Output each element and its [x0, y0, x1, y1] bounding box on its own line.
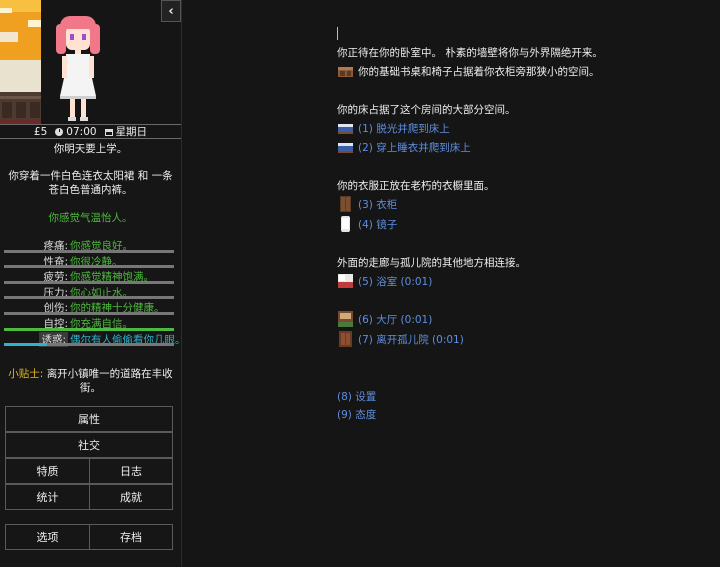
mirror-icon: [341, 216, 350, 232]
day-value: 星期日: [115, 126, 148, 138]
time-value: 07:00: [66, 125, 97, 138]
bathroom-link[interactable]: (5) 浴室 (0:01): [358, 274, 432, 289]
bed-text: 你的床占据了这个房间的大部分空间。: [337, 104, 516, 116]
clock-icon: [55, 127, 64, 136]
bed-option-1-link[interactable]: (1) 脱光并爬到床上: [358, 121, 450, 136]
stat-bar-fill: [4, 343, 47, 347]
intro-line-2-row: 你的基础书桌和椅子占据着你衣柜旁那狭小的空间。: [337, 63, 600, 79]
portrait-area: ‹: [0, 0, 181, 124]
sidebar: ‹ £5 07:00 星期日 你明天要上学。 你穿着一件白色连衣太阳裙 和 一条…: [0, 0, 186, 567]
stat-row: 疲劳: 你感觉精神饱满。: [4, 268, 174, 284]
bathroom-icon: [338, 274, 353, 288]
time-display: 07:00: [55, 125, 97, 138]
bed-option-1-row[interactable]: (1) 脱光并爬到床上: [337, 120, 450, 136]
door-icon: [339, 331, 352, 347]
journal-button[interactable]: 日志: [89, 458, 173, 484]
stat-row: 压力: 你心如止水。: [4, 284, 174, 300]
desk-icon: [338, 67, 353, 77]
hall-option-row[interactable]: (6) 大厅 (0:01): [337, 311, 432, 327]
achievements-button[interactable]: 成就: [89, 484, 173, 510]
school-note: 你明天要上学。: [53, 143, 128, 155]
mirror-option-row[interactable]: (4) 镜子: [337, 216, 397, 232]
leave-option-row[interactable]: (7) 离开孤儿院 (0:01): [337, 331, 464, 347]
wardrobe-option-row[interactable]: (3) 衣柜: [337, 196, 397, 212]
bed-option-2-row[interactable]: (2) 穿上睡衣并爬到床上: [337, 139, 471, 155]
stat-row: 诱惑: 偶尔有人偷偷看你几眼。: [4, 331, 186, 347]
stat-bar: [4, 343, 174, 347]
saves-button[interactable]: 存档: [89, 524, 173, 550]
traits-button[interactable]: 特质: [5, 458, 90, 484]
bed-option-2-link[interactable]: (2) 穿上睡衣并爬到床上: [358, 140, 471, 155]
day-display: 星期日: [104, 124, 148, 139]
temperature-mood: 你感觉气温怡人。: [48, 212, 133, 224]
mirror-link[interactable]: (4) 镜子: [358, 217, 397, 232]
options-button[interactable]: 选项: [5, 524, 90, 550]
character-sprite: [56, 16, 100, 121]
intro-line-1: 你正待在你的卧室中。 朴素的墙壁将你与外界隔绝开来。: [337, 47, 603, 59]
tip-text: 离开小镇唯一的道路在丰收: [46, 368, 173, 380]
hall-link[interactable]: (6) 大厅 (0:01): [358, 312, 432, 327]
attributes-button[interactable]: 属性: [5, 406, 173, 432]
settings-link[interactable]: (8) 设置: [337, 389, 376, 404]
outfit-line-2: 苍白色普通内裤。: [48, 184, 133, 196]
text-cursor: [337, 27, 338, 40]
tip-label: 小贴士:: [8, 368, 44, 380]
hall-text: 外面的走廊与孤儿院的其他地方相连接。: [337, 257, 526, 269]
calendar-icon: [104, 129, 113, 136]
wardrobe-link[interactable]: (3) 衣柜: [358, 197, 397, 212]
bed-icon: [338, 124, 353, 134]
tip-line-1: 小贴士: 离开小镇唯一的道路在丰收: [0, 366, 181, 381]
wardrobe-icon: [340, 196, 351, 212]
bedroom-window-scene: [0, 0, 41, 124]
collapse-sidebar-button[interactable]: ‹: [161, 0, 181, 22]
bed-icon: [338, 143, 353, 153]
stat-row: 创伤: 你的精神十分健康。: [4, 299, 174, 315]
stat-row: 自控: 你充满自信。: [4, 315, 174, 331]
stat-row: 疼痛: 你感觉良好。: [4, 237, 174, 253]
stat-row: 性奋: 你很冷静。: [4, 253, 174, 269]
social-button[interactable]: 社交: [5, 432, 173, 458]
stats-panel: 疼痛: 你感觉良好。 性奋: 你很冷静。 疲劳: 你感觉精神饱满。 压力: 你心如止水。 创伤:…: [4, 237, 186, 347]
outfit-line-1: 你穿着一件白色连衣太阳裙 和 一条: [8, 170, 173, 182]
bathroom-option-row[interactable]: (5) 浴室 (0:01): [337, 273, 432, 289]
wardrobe-text: 你的衣服正放在老朽的衣橱里面。: [337, 180, 495, 192]
main-passage: 你正待在你的卧室中。 朴素的墙壁将你与外界隔绝开来。 你的基础书桌和椅子占据着你…: [182, 0, 720, 567]
attitude-link[interactable]: (9) 态度: [337, 407, 376, 422]
statistics-button[interactable]: 统计: [5, 484, 90, 510]
money-display: £5: [33, 125, 48, 138]
status-bar: £5 07:00 星期日: [0, 124, 181, 139]
hallway-icon: [338, 311, 353, 327]
intro-line-2: 你的基础书桌和椅子占据着你衣柜旁那狭小的空间。: [358, 65, 600, 78]
tip-line-2: 街。: [80, 382, 101, 394]
chevron-left-icon: ‹: [168, 3, 174, 19]
leave-orphanage-link[interactable]: (7) 离开孤儿院 (0:01): [358, 332, 464, 347]
